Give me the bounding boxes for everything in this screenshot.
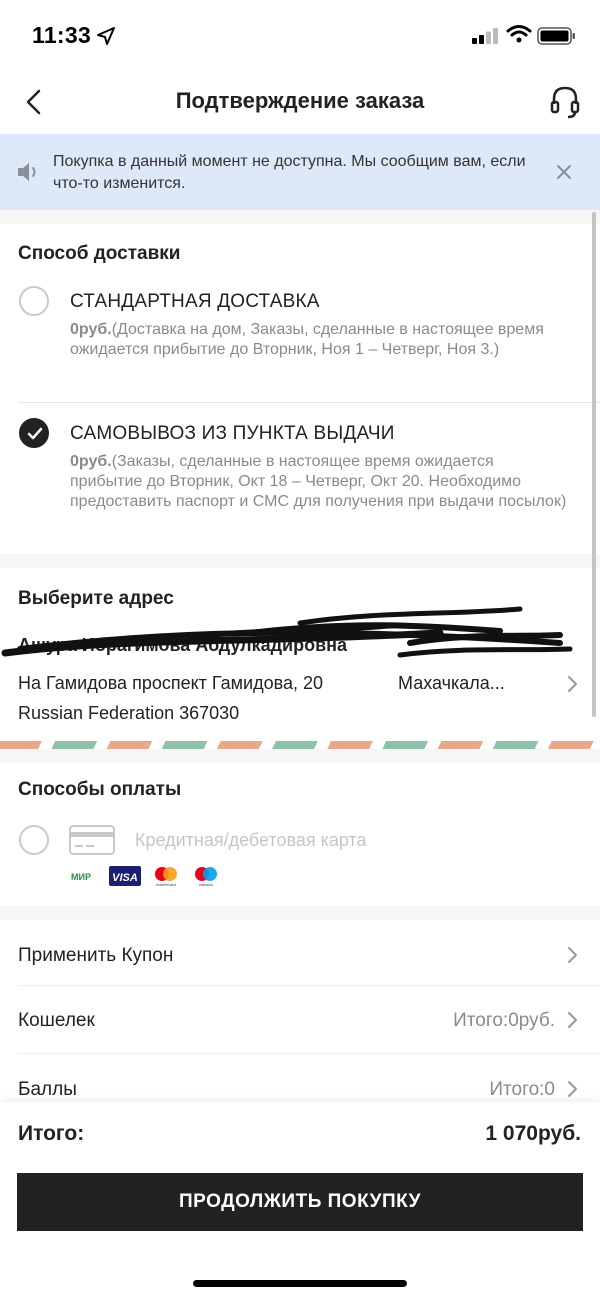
battery-icon — [537, 27, 575, 45]
option-price-standard: 0руб. — [70, 321, 112, 338]
radio-pickup-checked[interactable] — [19, 418, 49, 448]
location-arrow-icon — [97, 27, 115, 45]
headset-support-icon[interactable] — [549, 84, 581, 120]
svg-text:VISA: VISA — [112, 872, 138, 884]
chevron-right-icon — [568, 676, 577, 692]
speaker-icon — [18, 163, 36, 181]
svg-text:maestro: maestro — [199, 882, 214, 887]
header: Подтверждение заказа — [0, 70, 600, 134]
row-label-coupon: Применить Купон — [18, 945, 174, 966]
scrollbar[interactable] — [592, 212, 596, 717]
mastercard-logo: mastercard — [155, 867, 177, 887]
status-time: 11:33 — [32, 22, 92, 48]
option-price-pickup: 0руб. — [70, 453, 112, 470]
row-divider — [18, 1053, 600, 1054]
notice-text: Покупка в данный момент не доступна. Мы … — [53, 153, 526, 192]
radio-standard[interactable] — [19, 286, 49, 316]
credit-card-icon — [69, 825, 115, 855]
envelope-stripe-divider — [0, 741, 600, 749]
chevron-right-icon — [568, 1081, 577, 1097]
cellular-signal-icon — [472, 28, 498, 44]
section-spacer — [0, 210, 600, 224]
svg-text:МИР: МИР — [71, 872, 91, 882]
card-option-label: Кредитная/дебетовая карта — [135, 830, 367, 850]
section-spacer — [0, 749, 600, 763]
address-city: Махачкала... — [398, 673, 505, 693]
wifi-icon — [506, 25, 532, 43]
chevron-right-icon — [568, 947, 577, 963]
row-value-wallet: Итого:0руб. — [453, 1010, 555, 1031]
option-desc-text-standard: (Доставка на дом, Заказы, сделанные в на… — [70, 321, 544, 358]
option-desc-text-pickup: (Заказы, сделанные в настоящее время ожи… — [70, 453, 567, 510]
home-indicator[interactable] — [193, 1280, 407, 1287]
row-label-wallet: Кошелек — [18, 1010, 95, 1031]
visa-logo: VISA — [109, 866, 141, 886]
section-spacer — [0, 906, 600, 920]
unavailable-notice: Покупка в данный момент не доступна. Мы … — [0, 134, 600, 210]
address-line-1: На Гамидова проспект Гамидова, 20 — [18, 673, 324, 693]
mir-logo: МИР — [71, 872, 91, 882]
status-bar: 11:33 — [0, 0, 600, 70]
option-title-standard: СТАНДАРТНАЯ ДОСТАВКА — [70, 291, 320, 312]
close-icon[interactable] — [555, 163, 573, 181]
delivery-section-title: Способ доставки — [18, 243, 181, 264]
row-divider — [18, 985, 600, 986]
svg-text:mastercard: mastercard — [156, 882, 176, 887]
total-value: 1 070руб. — [485, 1122, 581, 1145]
redaction-scribble — [1, 606, 573, 658]
maestro-logo: maestro — [195, 867, 217, 887]
row-label-points: Баллы — [18, 1079, 77, 1100]
option-desc-pickup: 0руб.(Заказы, сделанные в настоящее врем… — [70, 452, 570, 512]
divider — [18, 402, 600, 403]
total-label: Итого: — [18, 1122, 85, 1145]
section-spacer — [0, 554, 600, 568]
radio-card[interactable] — [19, 825, 49, 855]
row-value-points: Итого:0 — [489, 1079, 555, 1100]
address-line-2: Russian Federation 367030 — [18, 703, 240, 723]
checkmark-icon — [27, 427, 43, 440]
option-desc-standard: 0руб.(Доставка на дом, Заказы, сделанные… — [70, 320, 570, 360]
checkout-footer: Итого: 1 070руб. ПРОДОЛЖИТЬ ПОКУПКУ — [0, 1102, 600, 1297]
payment-section-title: Способы оплаты — [18, 779, 182, 800]
page-title: Подтверждение заказа — [175, 88, 425, 113]
chevron-right-icon — [568, 1012, 577, 1028]
continue-purchase-button[interactable]: ПРОДОЛЖИТЬ ПОКУПКУ — [17, 1173, 583, 1231]
option-title-pickup: САМОВЫВОЗ ИЗ ПУНКТА ВЫДАЧИ — [70, 423, 395, 444]
